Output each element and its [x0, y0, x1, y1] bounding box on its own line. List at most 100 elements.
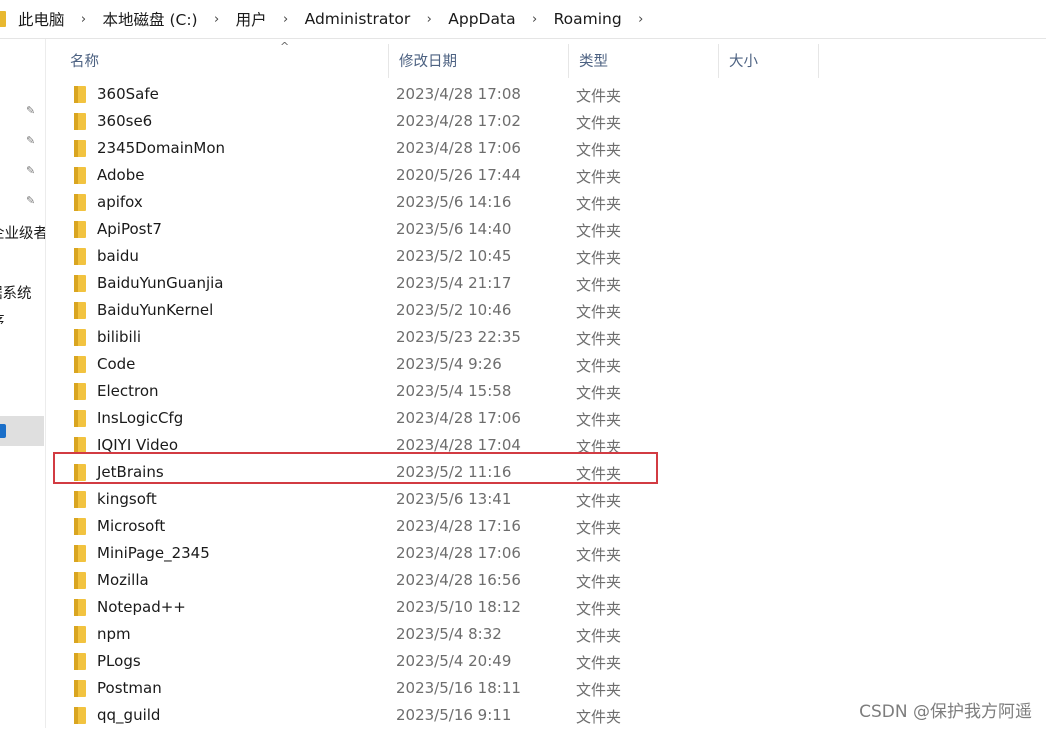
file-name[interactable]: 360Safe: [97, 85, 159, 103]
file-name[interactable]: Adobe: [97, 166, 144, 184]
navigation-pane: ✎ ✎ ✎ ✎ 企业级者 据系统 序: [0, 39, 46, 728]
breadcrumb-this-pc[interactable]: 此电脑: [14, 8, 69, 30]
file-type: 文件夹: [576, 438, 622, 456]
file-date: 2023/4/28 16:56: [396, 571, 521, 589]
file-type: 文件夹: [576, 276, 622, 294]
file-list: 360Safe 2023/4/28 17:08 文件夹 360se6 2023/4/28…: [60, 82, 1046, 730]
column-header-size[interactable]: 大小: [719, 44, 819, 78]
chevron-right-icon[interactable]: ›: [414, 12, 444, 27]
pin-icon[interactable]: ✎: [26, 135, 38, 147]
file-row[interactable]: BaiduYunKernel 2023/5/2 10:46 文件夹: [60, 298, 1046, 325]
file-date: 2023/5/2 10:45: [396, 247, 512, 265]
file-row[interactable]: 360Safe 2023/4/28 17:08 文件夹: [60, 82, 1046, 109]
file-row[interactable]: npm 2023/5/4 8:32 文件夹: [60, 622, 1046, 649]
file-name[interactable]: ApiPost7: [97, 220, 162, 238]
chevron-right-icon[interactable]: ›: [520, 12, 550, 27]
file-row[interactable]: Electron 2023/5/4 15:58 文件夹: [60, 379, 1046, 406]
file-row[interactable]: ApiPost7 2023/5/6 14:40 文件夹: [60, 217, 1046, 244]
folder-icon: [74, 194, 86, 211]
file-name[interactable]: 2345DomainMon: [97, 139, 225, 157]
file-date: 2023/4/28 17:08: [396, 85, 521, 103]
pin-icon[interactable]: ✎: [26, 165, 38, 177]
address-bar[interactable]: 此电脑 › 本地磁盘 (C:) › 用户 › Administrator › A…: [0, 0, 1046, 39]
folder-icon: [74, 545, 86, 562]
pin-icon[interactable]: ✎: [26, 105, 38, 117]
folder-icon: [74, 653, 86, 670]
drive-icon: [0, 424, 6, 438]
chevron-right-icon[interactable]: ›: [271, 12, 301, 27]
file-date: 2023/4/28 17:02: [396, 112, 521, 130]
chevron-right-icon[interactable]: ›: [202, 12, 232, 27]
file-row[interactable]: BaiduYunGuanjia 2023/5/4 21:17 文件夹: [60, 271, 1046, 298]
column-header-row: ^ 名称 修改日期 类型 大小: [60, 40, 820, 78]
file-name[interactable]: npm: [97, 625, 131, 643]
pin-icon[interactable]: ✎: [26, 195, 38, 207]
file-date: 2023/4/28 17:06: [396, 544, 521, 562]
folder-icon: [74, 275, 86, 292]
file-row[interactable]: apifox 2023/5/6 14:16 文件夹: [60, 190, 1046, 217]
file-name[interactable]: MiniPage_2345: [97, 544, 210, 562]
file-name[interactable]: Electron: [97, 382, 159, 400]
file-row[interactable]: IQIYI Video 2023/4/28 17:04 文件夹: [60, 433, 1046, 460]
file-name[interactable]: Microsoft: [97, 517, 165, 535]
file-name[interactable]: Notepad++: [97, 598, 186, 616]
file-type: 文件夹: [576, 249, 622, 267]
file-name[interactable]: JetBrains: [97, 463, 164, 481]
breadcrumb-local-disk[interactable]: 本地磁盘 (C:): [99, 8, 202, 30]
nav-item-label[interactable]: 序: [0, 310, 5, 331]
file-name[interactable]: InsLogicCfg: [97, 409, 183, 427]
file-name[interactable]: PLogs: [97, 652, 141, 670]
file-date: 2023/4/28 17:06: [396, 139, 521, 157]
nav-item-label[interactable]: 据系统: [0, 282, 32, 303]
file-row[interactable]: Microsoft 2023/4/28 17:16 文件夹: [60, 514, 1046, 541]
nav-item-label[interactable]: 企业级者: [0, 222, 45, 243]
chevron-right-icon[interactable]: ›: [69, 12, 99, 27]
file-row[interactable]: InsLogicCfg 2023/4/28 17:06 文件夹: [60, 406, 1046, 433]
file-name[interactable]: Mozilla: [97, 571, 149, 589]
breadcrumb-users[interactable]: 用户: [232, 8, 271, 30]
file-name[interactable]: BaiduYunKernel: [97, 301, 213, 319]
column-header-type[interactable]: 类型: [569, 44, 719, 78]
file-type: 文件夹: [576, 141, 622, 159]
file-name[interactable]: apifox: [97, 193, 143, 211]
file-row[interactable]: 360se6 2023/4/28 17:02 文件夹: [60, 109, 1046, 136]
file-name[interactable]: 360se6: [97, 112, 152, 130]
file-row[interactable]: 2345DomainMon 2023/4/28 17:06 文件夹: [60, 136, 1046, 163]
file-row[interactable]: JetBrains 2023/5/2 11:16 文件夹: [60, 460, 1046, 487]
folder-icon: [74, 356, 86, 373]
file-row[interactable]: Notepad++ 2023/5/10 18:12 文件夹: [60, 595, 1046, 622]
folder-icon: [74, 680, 86, 697]
file-row[interactable]: PLogs 2023/5/4 20:49 文件夹: [60, 649, 1046, 676]
file-name[interactable]: bilibili: [97, 328, 141, 346]
file-name[interactable]: BaiduYunGuanjia: [97, 274, 224, 292]
nav-item-selected[interactable]: [0, 416, 44, 446]
breadcrumb-roaming[interactable]: Roaming: [550, 10, 626, 28]
folder-icon: [74, 491, 86, 508]
file-type: 文件夹: [576, 519, 622, 537]
breadcrumb-administrator[interactable]: Administrator: [301, 10, 415, 28]
breadcrumb: 此电脑 › 本地磁盘 (C:) › 用户 › Administrator › A…: [14, 0, 656, 38]
file-type: 文件夹: [576, 708, 622, 726]
file-name[interactable]: Postman: [97, 679, 162, 697]
file-row[interactable]: bilibili 2023/5/23 22:35 文件夹: [60, 325, 1046, 352]
file-row[interactable]: baidu 2023/5/2 10:45 文件夹: [60, 244, 1046, 271]
file-name[interactable]: Code: [97, 355, 135, 373]
file-name[interactable]: IQIYI Video: [97, 436, 178, 454]
file-name[interactable]: kingsoft: [97, 490, 157, 508]
file-row[interactable]: Adobe 2020/5/26 17:44 文件夹: [60, 163, 1046, 190]
chevron-right-icon[interactable]: ›: [626, 12, 656, 27]
file-name[interactable]: baidu: [97, 247, 139, 265]
file-row[interactable]: kingsoft 2023/5/6 13:41 文件夹: [60, 487, 1046, 514]
file-type: 文件夹: [576, 168, 622, 186]
file-row[interactable]: Mozilla 2023/4/28 16:56 文件夹: [60, 568, 1046, 595]
file-row[interactable]: Code 2023/5/4 9:26 文件夹: [60, 352, 1046, 379]
folder-icon: [74, 86, 86, 103]
column-header-date[interactable]: 修改日期: [389, 44, 569, 78]
breadcrumb-appdata[interactable]: AppData: [444, 10, 519, 28]
column-header-name[interactable]: 名称: [60, 44, 389, 78]
folder-icon: [74, 221, 86, 238]
file-name[interactable]: qq_guild: [97, 706, 160, 724]
watermark: CSDN @保护我方阿遥: [859, 702, 1032, 722]
file-date: 2020/5/26 17:44: [396, 166, 521, 184]
file-row[interactable]: MiniPage_2345 2023/4/28 17:06 文件夹: [60, 541, 1046, 568]
